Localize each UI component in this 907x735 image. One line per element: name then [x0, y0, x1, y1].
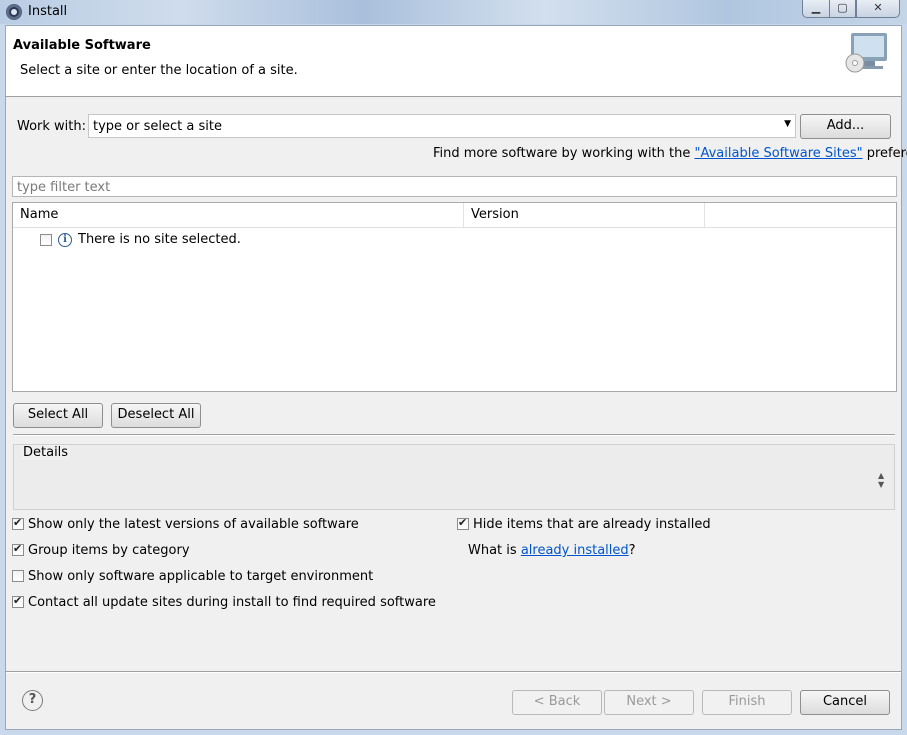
- work-with-value: type or select a site: [93, 119, 222, 134]
- table-row[interactable]: i There is no site selected.: [13, 228, 896, 248]
- filter-box[interactable]: [12, 176, 897, 197]
- find-more-text: Find more software by working with the "…: [433, 146, 907, 161]
- group-by-category-checkbox[interactable]: [12, 542, 24, 556]
- already-installed-link[interactable]: already installed: [521, 543, 629, 558]
- column-header-name[interactable]: Name: [13, 203, 464, 227]
- filter-input[interactable]: [15, 178, 879, 197]
- help-icon[interactable]: ?: [22, 690, 43, 711]
- info-icon: i: [58, 233, 72, 247]
- next-button[interactable]: Next >: [604, 690, 694, 715]
- details-label: Details: [21, 445, 71, 460]
- what-is-suffix: ?: [628, 543, 636, 558]
- install-monitor-icon: [845, 33, 887, 73]
- cancel-button[interactable]: Cancel: [800, 690, 890, 715]
- minimize-button[interactable]: ▁: [802, 0, 830, 18]
- page-title: Available Software: [13, 38, 151, 53]
- back-button[interactable]: < Back: [512, 690, 602, 715]
- target-environment-label: Show only software applicable to target …: [28, 569, 374, 584]
- show-latest-checkbox[interactable]: [12, 516, 24, 530]
- eclipse-app-icon: [6, 4, 22, 20]
- dialog-header: [6, 26, 901, 97]
- window-title: Install: [28, 4, 68, 19]
- table-header: Name Version: [13, 203, 896, 228]
- chevron-down-icon[interactable]: ▼: [784, 119, 791, 129]
- details-group: [13, 444, 895, 510]
- row-checkbox[interactable]: [40, 234, 52, 246]
- footer-divider: [6, 671, 901, 673]
- show-latest-label: Show only the latest versions of availab…: [28, 517, 359, 532]
- find-more-prefix: Find more software by working with the: [433, 146, 695, 161]
- divider: [13, 434, 895, 436]
- group-by-category-label: Group items by category: [28, 543, 190, 558]
- maximize-button[interactable]: ▢: [829, 0, 856, 18]
- add-site-button[interactable]: Add...: [800, 114, 891, 139]
- contact-sites-label: Contact all update sites during install …: [28, 595, 436, 610]
- work-with-label: Work with:: [17, 119, 87, 134]
- row-label: There is no site selected.: [78, 232, 241, 247]
- work-with-combo[interactable]: type or select a site ▼: [88, 114, 796, 138]
- finish-button[interactable]: Finish: [702, 690, 792, 715]
- what-is-text: What is already installed?: [468, 543, 636, 558]
- page-subtitle: Select a site or enter the location of a…: [20, 63, 298, 78]
- column-header-version[interactable]: Version: [464, 203, 705, 227]
- contact-sites-checkbox[interactable]: [12, 594, 24, 608]
- hide-installed-label: Hide items that are already installed: [473, 517, 711, 532]
- what-is-prefix: What is: [468, 543, 521, 558]
- find-more-suffix: preferences.: [866, 146, 907, 161]
- deselect-all-button[interactable]: Deselect All: [111, 403, 201, 428]
- available-software-sites-link[interactable]: "Available Software Sites": [695, 146, 863, 161]
- close-button[interactable]: ✕: [856, 0, 900, 18]
- target-environment-checkbox[interactable]: [12, 570, 24, 582]
- title-bar: [0, 0, 907, 24]
- scroll-arrows-icon[interactable]: ▲ ▼: [878, 471, 884, 489]
- hide-installed-checkbox[interactable]: [457, 516, 469, 530]
- software-table[interactable]: Name Version i There is no site selected…: [12, 202, 897, 392]
- select-all-button[interactable]: Select All: [13, 403, 103, 428]
